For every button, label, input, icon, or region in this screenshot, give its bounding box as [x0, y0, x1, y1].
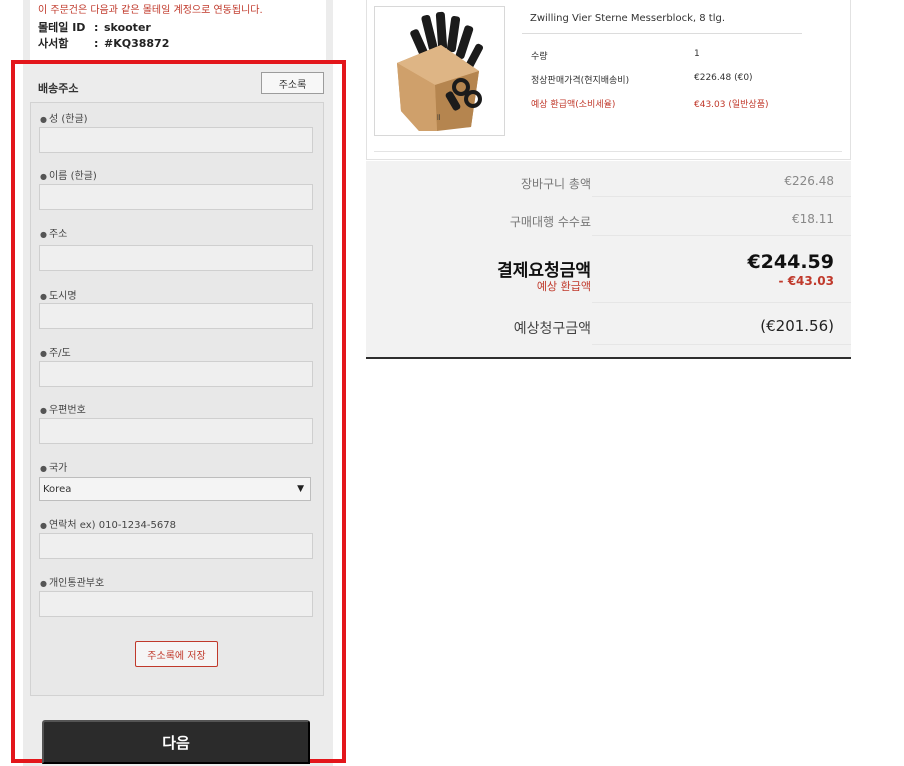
- required-icon: ●: [40, 521, 47, 530]
- phone-label: ● 연락처 ex) 010-1234-5678: [40, 520, 176, 531]
- price-label: 정상판매가격(현지배송비): [531, 76, 630, 86]
- product-divider: [522, 33, 802, 34]
- payment-total-value: €244.59: [747, 251, 834, 273]
- required-icon: ●: [40, 406, 47, 415]
- state-input[interactable]: [39, 361, 313, 387]
- required-icon: ●: [40, 115, 47, 124]
- customs-code-input[interactable]: [39, 591, 313, 617]
- refund-estimate-value: €43.03 (일반상품): [694, 100, 769, 110]
- estimated-charge-label: 예상청구금액: [513, 321, 591, 337]
- country-selected-value: Korea: [43, 483, 72, 495]
- customs-code-label: ● 개인통관부호: [40, 578, 105, 589]
- summary-divider: [592, 196, 851, 197]
- postal-code-label: ● 우편번호: [40, 405, 86, 416]
- account-box-row: 사서함: #KQ38872: [38, 37, 170, 50]
- required-icon: ●: [40, 464, 47, 473]
- knife-block-image: ꟾꟾ: [397, 11, 484, 131]
- account-box-label: 사서함: [38, 37, 69, 50]
- required-icon: ●: [40, 172, 47, 181]
- city-label: ● 도시명: [40, 291, 77, 302]
- address-input[interactable]: [39, 245, 313, 271]
- last-name-label: ● 성 (한글): [40, 114, 88, 125]
- city-input[interactable]: [39, 303, 313, 329]
- save-to-address-book-button[interactable]: 주소록에 저장: [135, 641, 218, 667]
- last-name-input[interactable]: [39, 127, 313, 153]
- cart-total-label: 장바구니 총액: [520, 177, 591, 191]
- service-fee-label: 구매대행 수수료: [509, 215, 591, 229]
- dropdown-caret-icon: ▼: [297, 484, 304, 494]
- country-label: ● 국가: [40, 463, 68, 474]
- required-icon: ●: [40, 292, 47, 301]
- country-select[interactable]: Korea ▼: [39, 477, 311, 501]
- required-icon: ●: [40, 349, 47, 358]
- product-thumbnail[interactable]: ꟾꟾ: [374, 6, 505, 136]
- summary-divider: [592, 235, 851, 236]
- account-id-value: skooter: [104, 21, 151, 34]
- refund-estimate-label: 예상 환급액(소비세율): [531, 100, 616, 110]
- refund-total-value: - €43.03: [778, 274, 834, 288]
- postal-code-input[interactable]: [39, 418, 313, 444]
- quantity-label: 수량: [531, 52, 548, 62]
- account-id-row: 몰테일 ID: skooter: [38, 21, 151, 34]
- summary-divider: [592, 344, 851, 345]
- price-value: €226.48 (€0): [694, 73, 753, 83]
- product-name[interactable]: Zwilling Vier Sterne Messerblock, 8 tlg.: [530, 13, 725, 24]
- address-label: ● 주소: [40, 229, 68, 240]
- quantity-value: 1: [694, 49, 700, 59]
- cart-total-value: €226.48: [784, 174, 834, 188]
- next-button[interactable]: 다음: [42, 720, 310, 764]
- refund-total-label: 예상 환급액: [536, 280, 591, 293]
- address-book-button[interactable]: 주소록: [261, 72, 324, 94]
- account-id-label: 몰테일 ID: [38, 21, 86, 34]
- required-icon: ●: [40, 579, 47, 588]
- state-label: ● 주/도: [40, 348, 71, 359]
- service-fee-value: €18.11: [792, 212, 834, 226]
- shipping-title: 배송주소: [38, 82, 79, 95]
- required-icon: ●: [40, 230, 47, 239]
- estimated-charge-value: (€201.56): [760, 317, 834, 335]
- card-divider: [374, 151, 842, 152]
- account-notice: 이 주문건은 다음과 같은 몰테일 계정으로 연동됩니다.: [38, 5, 263, 16]
- first-name-input[interactable]: [39, 184, 313, 210]
- svg-text:ꟾꟾ: ꟾꟾ: [437, 115, 441, 122]
- summary-divider: [592, 302, 851, 303]
- account-box-value: #KQ38872: [104, 37, 170, 50]
- first-name-label: ● 이름 (한글): [40, 171, 97, 182]
- phone-input[interactable]: [39, 533, 313, 559]
